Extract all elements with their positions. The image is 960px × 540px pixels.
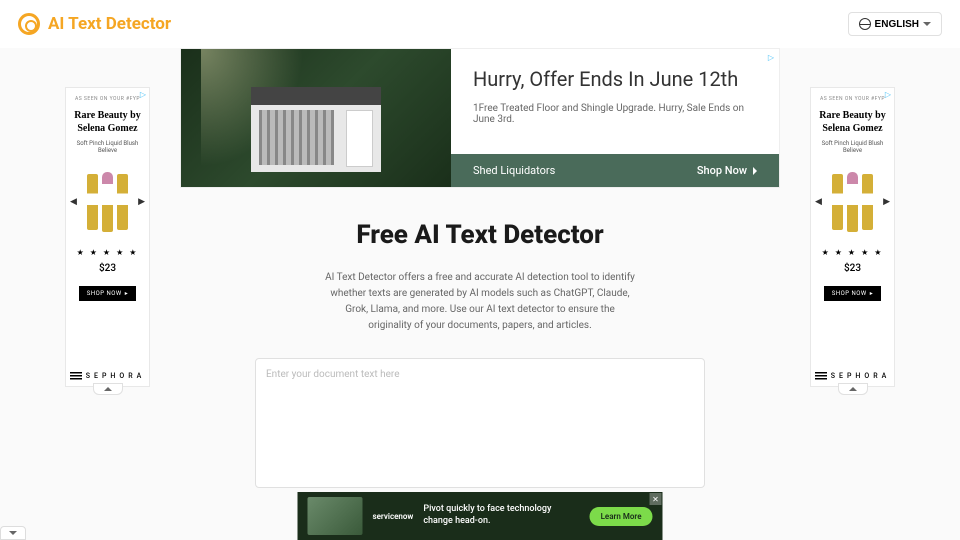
globe-icon — [859, 18, 871, 30]
carousel-next-icon[interactable]: ▶ — [138, 197, 145, 207]
language-label: ENGLISH — [875, 19, 919, 30]
ad-brand: Shed Liquidators — [473, 164, 555, 177]
ad-product-title: Rare Beauty by Selena Gomez — [817, 110, 888, 135]
ad-product-title: Rare Beauty by Selena Gomez — [72, 110, 143, 135]
carousel-prev-icon[interactable]: ◀ — [70, 197, 77, 207]
bottom-banner-ad[interactable]: ✕ servicenow Pivot quickly to face techn… — [298, 492, 663, 540]
shop-now-button[interactable]: SHOP NOW▸ — [824, 286, 882, 301]
page-description: AI Text Detector offers a free and accur… — [325, 270, 635, 334]
right-sidebar-ad[interactable]: ▷ AS SEEN ON YOUR #FYP Rare Beauty by Se… — [810, 87, 895, 387]
learn-more-button[interactable]: Learn More — [590, 507, 653, 526]
top-banner-ad[interactable]: ▷ Hurry, Offer Ends In June 12th 1Free T… — [180, 48, 780, 188]
logo-icon — [18, 13, 40, 35]
brand-name: AI Text Detector — [48, 14, 171, 34]
ad-logo: servicenow — [373, 512, 414, 521]
collapse-ad-button[interactable] — [838, 383, 868, 395]
page-collapse-button[interactable] — [0, 526, 26, 540]
chevron-up-icon — [849, 387, 857, 391]
ad-product-sub: Soft Pinch Liquid Blush Believe — [72, 140, 143, 154]
shop-now-button[interactable]: SHOP NOW▸ — [79, 286, 137, 301]
ad-product-image: ◀ ▶ — [817, 162, 888, 242]
ad-tag: AS SEEN ON YOUR #FYP — [72, 96, 143, 102]
carousel-prev-icon[interactable]: ◀ — [815, 197, 822, 207]
language-selector[interactable]: ENGLISH — [848, 12, 942, 36]
ad-store-logo: SEPHORA — [66, 372, 149, 380]
ad-price: $23 — [817, 263, 888, 274]
ad-store-logo: SEPHORA — [811, 372, 894, 380]
rating-stars: ★ ★ ★ ★ ★ — [817, 248, 888, 257]
ad-image — [308, 497, 363, 535]
site-logo[interactable]: AI Text Detector — [18, 13, 171, 35]
ad-info-icon[interactable]: ▷ — [765, 51, 777, 63]
left-sidebar-ad[interactable]: ▷ AS SEEN ON YOUR #FYP Rare Beauty by Se… — [65, 87, 150, 387]
ad-close-icon[interactable]: ✕ — [650, 493, 662, 505]
ad-product-sub: Soft Pinch Liquid Blush Believe — [817, 140, 888, 154]
chevron-down-icon — [9, 531, 17, 535]
ad-price: $23 — [72, 263, 143, 274]
ad-image — [181, 49, 451, 187]
ad-cta-button[interactable]: Shop Now — [697, 164, 757, 177]
chevron-right-icon — [753, 167, 757, 175]
carousel-next-icon[interactable]: ▶ — [883, 197, 890, 207]
chevron-down-icon — [923, 22, 931, 26]
ad-subtext: 1Free Treated Floor and Shingle Upgrade.… — [473, 103, 757, 125]
ad-headline: Hurry, Offer Ends In June 12th — [473, 67, 757, 91]
document-input[interactable] — [255, 358, 705, 488]
rating-stars: ★ ★ ★ ★ ★ — [72, 248, 143, 257]
ad-product-image: ◀ ▶ — [72, 162, 143, 242]
chevron-up-icon — [104, 387, 112, 391]
ad-tag: AS SEEN ON YOUR #FYP — [817, 96, 888, 102]
collapse-ad-button[interactable] — [93, 383, 123, 395]
ad-text: Pivot quickly to face technology change … — [423, 504, 579, 527]
